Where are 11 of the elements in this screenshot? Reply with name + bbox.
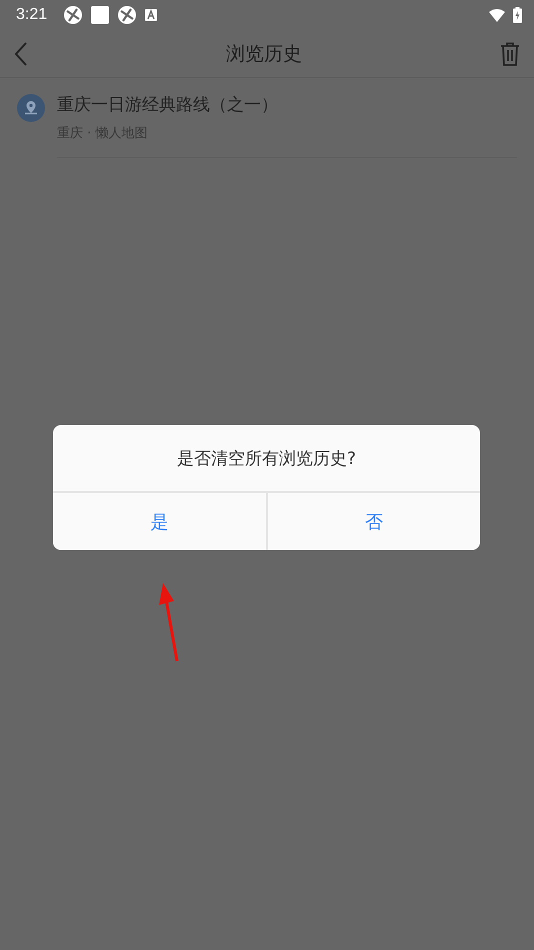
page-title: 浏览历史 [226,42,302,66]
history-title: 重庆一日游经典路线（之一） [57,94,279,116]
trash-icon[interactable] [500,42,520,66]
back-icon[interactable] [14,42,28,66]
square-icon [91,6,110,24]
keyboard-icon [145,9,158,21]
battery-icon [513,7,522,23]
dialog-button[interactable]: 否 [266,493,480,550]
wifi-icon [489,8,505,22]
location-pin-icon [17,94,45,122]
status-time: 3:21 [16,6,48,24]
